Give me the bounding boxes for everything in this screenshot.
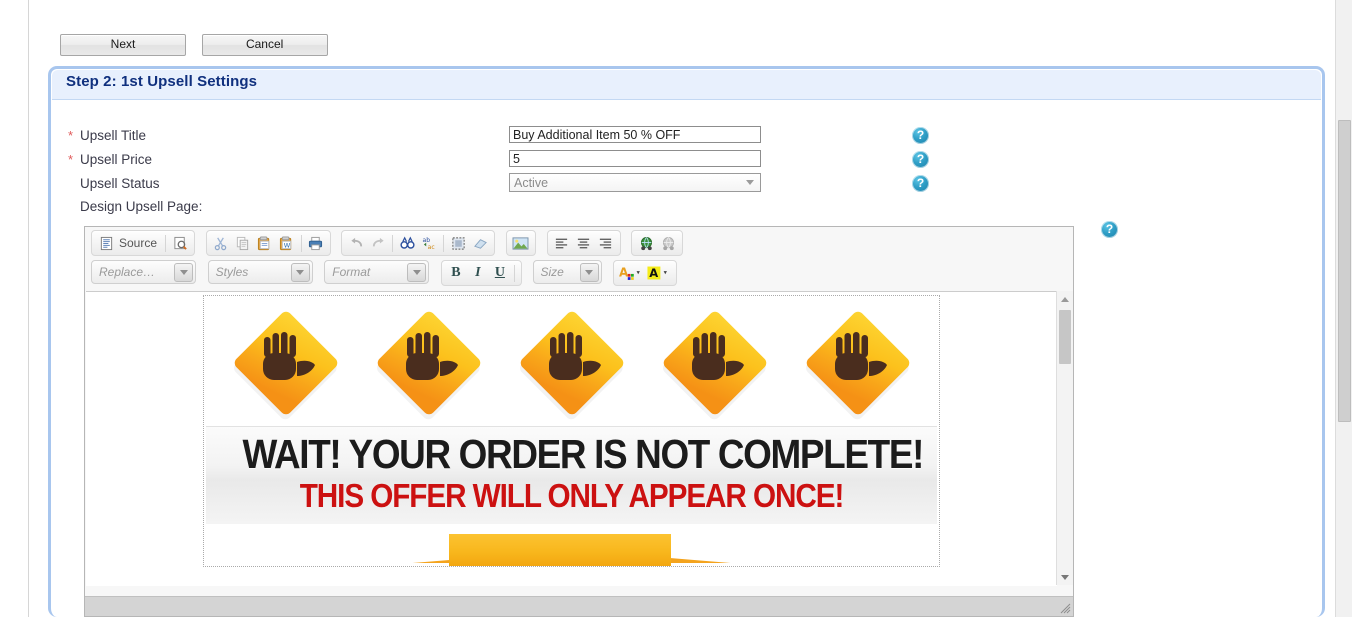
- resize-grip-icon[interactable]: [1059, 602, 1071, 614]
- toolbar-divider: [300, 234, 302, 252]
- replace-combo[interactable]: Replace…: [91, 260, 196, 284]
- ribbon-body: [449, 534, 671, 567]
- source-icon[interactable]: [96, 233, 116, 253]
- svg-text:W: W: [284, 241, 291, 249]
- editor-footer: [85, 596, 1073, 616]
- styles-combo-label: Styles: [215, 265, 249, 279]
- next-button[interactable]: Next: [60, 34, 186, 56]
- upsell-page-content-block[interactable]: WAIT! YOUR ORDER IS NOT COMPLETE! THIS O…: [203, 295, 940, 568]
- text-color-icon[interactable]: A: [618, 263, 644, 283]
- toolbar-divider: [513, 264, 515, 282]
- label-upsell-price: Upsell Price: [80, 152, 153, 167]
- undo-icon[interactable]: [346, 233, 366, 253]
- align-center-icon[interactable]: [574, 233, 594, 253]
- cancel-button[interactable]: Cancel: [201, 34, 328, 56]
- size-combo-label: Size: [540, 265, 564, 279]
- toolbar-group-history-find: ab ac: [341, 230, 496, 256]
- warning-icon-row: [204, 296, 939, 426]
- required-marker-title: *: [68, 128, 74, 143]
- replace-icon[interactable]: ab ac: [419, 233, 439, 253]
- preview-icon[interactable]: [170, 233, 190, 253]
- stop-hand-warning-icon: [799, 304, 917, 422]
- background-color-icon[interactable]: A: [646, 263, 672, 283]
- scroll-up-button[interactable]: [1057, 291, 1073, 307]
- svg-text:A: A: [649, 266, 658, 280]
- toolbar-group-colors: A A: [613, 260, 678, 286]
- chevron-down-icon[interactable]: [579, 262, 599, 282]
- toolbar-group-document: Source: [91, 230, 196, 256]
- toolbar-divider: [165, 234, 167, 252]
- page-left-divider: [28, 0, 29, 617]
- help-icon-upsell-title[interactable]: ?: [912, 127, 929, 144]
- page-title: Step 2: 1st Upsell Settings: [66, 73, 258, 90]
- orange-ribbon: [204, 530, 939, 567]
- format-combo-label: Format: [332, 265, 371, 279]
- chevron-down-icon: [746, 180, 754, 185]
- styles-combo[interactable]: Styles: [207, 260, 313, 284]
- paste-word-icon[interactable]: W: [277, 233, 297, 253]
- label-design-upsell-page: Design Upsell Page:: [80, 199, 203, 214]
- browser-scrollbar[interactable]: [1335, 0, 1352, 617]
- underline-button[interactable]: U: [489, 263, 511, 283]
- toolbar-group-align: [546, 230, 621, 256]
- find-icon[interactable]: [397, 233, 417, 253]
- toolbar-divider: [392, 234, 394, 252]
- select-all-icon[interactable]: [448, 233, 468, 253]
- toolbar-group-link: [631, 230, 684, 256]
- subheadline-text: THIS OFFER WILL ONLY APPEAR ONCE!: [299, 477, 845, 515]
- label-upsell-status: Upsell Status: [80, 176, 160, 191]
- align-left-icon[interactable]: [552, 233, 572, 253]
- toolbar-group-image: [505, 230, 536, 256]
- editor-toolbar-row-2: Replace… Styles Format B I U Size A A: [85, 257, 1073, 323]
- required-marker-price: *: [68, 152, 74, 167]
- help-icon-upsell-price[interactable]: ?: [912, 151, 929, 168]
- remove-format-icon[interactable]: [470, 233, 490, 253]
- svg-text:A: A: [619, 266, 629, 280]
- chevron-down-icon[interactable]: [290, 262, 310, 282]
- format-combo[interactable]: Format: [324, 260, 430, 284]
- size-combo[interactable]: Size: [532, 260, 602, 284]
- bold-button[interactable]: B: [445, 263, 467, 283]
- help-icon-upsell-status[interactable]: ?: [912, 175, 929, 192]
- print-icon[interactable]: [306, 233, 326, 253]
- svg-text:ac: ac: [427, 244, 434, 251]
- svg-text:ab: ab: [422, 237, 430, 244]
- scrollbar-thumb[interactable]: [1059, 310, 1071, 364]
- link-icon[interactable]: [636, 233, 656, 253]
- stop-hand-warning-icon: [513, 304, 631, 422]
- label-upsell-title: Upsell Title: [80, 128, 147, 143]
- browser-scrollbar-thumb[interactable]: [1338, 120, 1351, 422]
- upsell-status-value: Active: [514, 176, 549, 190]
- toolbar-group-clipboard: W: [205, 230, 331, 256]
- chevron-down-icon[interactable]: [174, 262, 193, 282]
- source-button-label[interactable]: Source: [117, 236, 162, 250]
- copy-icon[interactable]: [233, 233, 253, 253]
- unlink-icon[interactable]: [658, 233, 678, 253]
- toolbar-group-basic-styles: B I U: [440, 260, 522, 286]
- paste-icon[interactable]: [255, 233, 275, 253]
- upsell-price-input[interactable]: [509, 150, 761, 167]
- editor-content-area[interactable]: WAIT! YOUR ORDER IS NOT COMPLETE! THIS O…: [86, 291, 1057, 586]
- italic-button[interactable]: I: [467, 263, 489, 283]
- replace-combo-label: Replace…: [99, 265, 156, 279]
- help-icon-design-page[interactable]: ?: [1101, 221, 1118, 238]
- image-icon[interactable]: [511, 233, 531, 253]
- stop-hand-warning-icon: [656, 304, 774, 422]
- upsell-title-input[interactable]: [509, 126, 761, 143]
- headline-banner: WAIT! YOUR ORDER IS NOT COMPLETE! THIS O…: [206, 426, 937, 525]
- stop-hand-warning-icon: [227, 304, 345, 422]
- cut-icon[interactable]: [211, 233, 231, 253]
- redo-icon[interactable]: [368, 233, 388, 253]
- scroll-down-button[interactable]: [1057, 569, 1073, 585]
- toolbar-divider: [443, 234, 445, 252]
- headline-text: WAIT! YOUR ORDER IS NOT COMPLETE!: [242, 431, 925, 477]
- rich-text-editor: Source W ab ac Replace… Styles Format B …: [84, 226, 1074, 617]
- editor-vertical-scrollbar[interactable]: [1056, 291, 1073, 585]
- wizard-button-row: Next Cancel: [60, 34, 340, 56]
- stop-hand-warning-icon: [370, 304, 488, 422]
- editor-toolbar-row-1: Source W ab ac: [85, 227, 1073, 257]
- align-right-icon[interactable]: [596, 233, 616, 253]
- upsell-status-select[interactable]: Active: [509, 173, 761, 192]
- chevron-down-icon[interactable]: [407, 262, 427, 282]
